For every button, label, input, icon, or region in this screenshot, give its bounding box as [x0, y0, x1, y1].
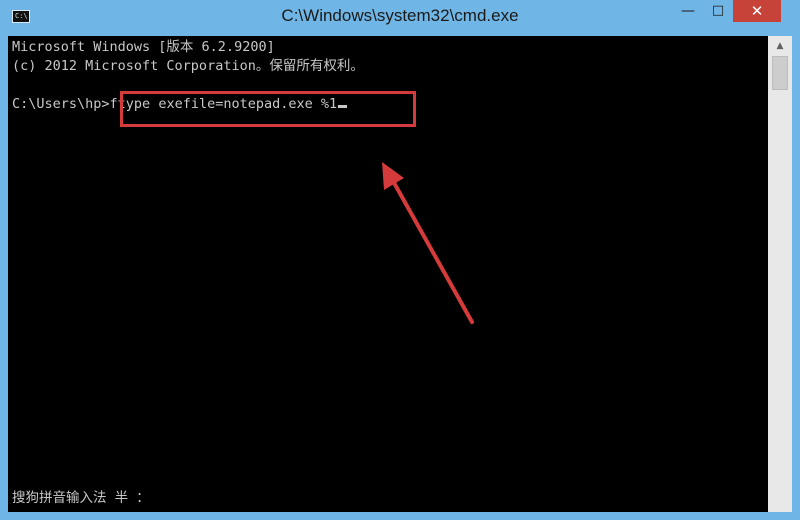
scroll-thumb[interactable] — [772, 56, 788, 90]
annotation-arrow — [382, 162, 474, 324]
vertical-scrollbar[interactable]: ▲ — [768, 36, 792, 512]
title-bar[interactable]: C:\ C:\Windows\system32\cmd.exe — □ ✕ — [0, 0, 800, 36]
console-area[interactable]: Microsoft Windows [版本 6.2.9200] (c) 2012… — [8, 36, 768, 512]
maximize-button[interactable]: □ — [704, 0, 732, 22]
window-frame-right — [792, 36, 800, 520]
minimize-button[interactable]: — — [674, 0, 702, 22]
scroll-up-icon[interactable]: ▲ — [768, 36, 792, 56]
window-frame-bottom — [0, 512, 800, 520]
cmd-window: C:\ C:\Windows\system32\cmd.exe — □ ✕ Mi… — [0, 0, 800, 520]
close-button[interactable]: ✕ — [733, 0, 781, 22]
